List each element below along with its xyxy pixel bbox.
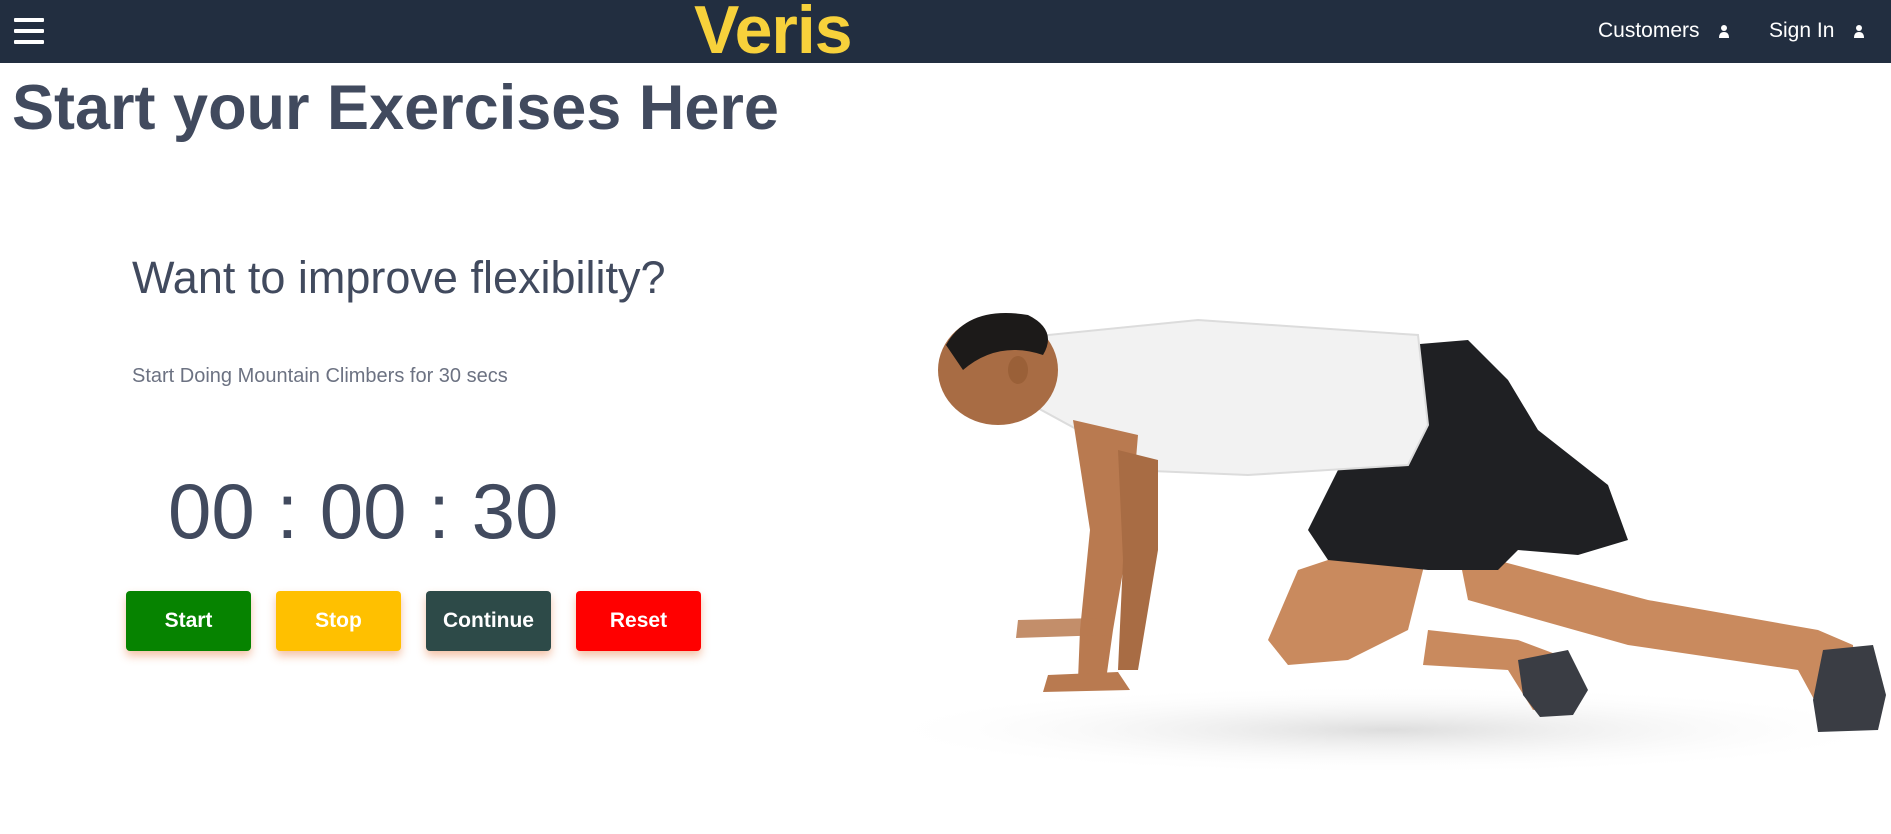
nav-link-customers-label: Customers <box>1598 19 1700 43</box>
stop-button[interactable]: Stop <box>276 591 401 651</box>
user-icon <box>1719 25 1730 39</box>
nav-link-sign-in-label: Sign In <box>1769 19 1835 43</box>
countdown-timer: 00 : 00 : 30 <box>168 466 558 556</box>
timer-hours: 00 <box>168 467 255 555</box>
continue-button[interactable]: Continue <box>426 591 551 651</box>
timer-seconds: 30 <box>471 467 559 555</box>
mountain-climber-illustration <box>868 313 1891 770</box>
timer-minutes: 00 <box>319 467 407 555</box>
page-title: Start your Exercises Here <box>12 73 779 143</box>
timer-separator: : <box>276 467 299 555</box>
exercise-question: Want to improve flexibility? <box>132 252 666 303</box>
nav-link-customers[interactable]: Customers <box>1598 19 1730 43</box>
nav-link-sign-in[interactable]: Sign In <box>1769 19 1865 43</box>
user-icon <box>1854 25 1865 39</box>
start-button[interactable]: Start <box>126 591 251 651</box>
hamburger-menu-icon[interactable] <box>14 16 44 48</box>
timer-separator: : <box>428 467 450 555</box>
top-navbar: Veris Customers Sign In <box>0 0 1891 66</box>
exercise-instruction: Start Doing Mountain Climbers for 30 sec… <box>132 365 508 387</box>
reset-button[interactable]: Reset <box>576 591 701 651</box>
brand-logo[interactable]: Veris <box>694 0 853 66</box>
